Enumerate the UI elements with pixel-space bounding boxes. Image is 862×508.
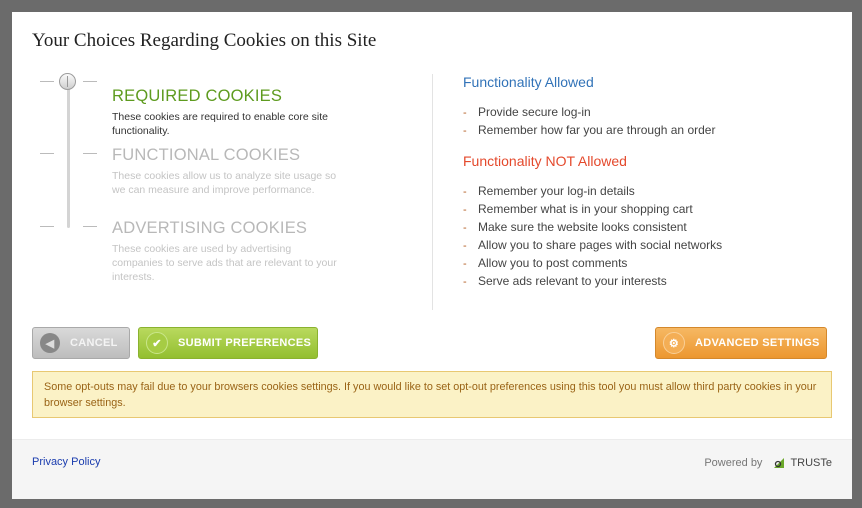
- column-divider: [432, 74, 433, 310]
- chevron-left-icon: ◀: [40, 333, 60, 353]
- slider-tick: [40, 226, 54, 227]
- list-item: - Provide secure log-in: [463, 103, 843, 121]
- level-name: FUNCTIONAL COOKIES: [112, 146, 301, 164]
- slider-tick: [40, 153, 54, 154]
- slider-track[interactable]: [67, 82, 70, 228]
- truste-brand-text: TRUSTe: [790, 457, 832, 469]
- cookie-preferences-dialog: Your Choices Regarding Cookies on this S…: [12, 12, 852, 499]
- truste-logo[interactable]: TRUSTe: [772, 456, 832, 470]
- powered-by: Powered by TRUSTe: [704, 456, 832, 470]
- list-item-text: Provide secure log-in: [478, 105, 591, 119]
- list-item-text: Remember your log-in details: [478, 184, 635, 198]
- list-item-text: Allow you to share pages with social net…: [478, 238, 723, 252]
- slider-tick: [40, 81, 54, 82]
- advanced-settings-button[interactable]: ⚙ ADVANCED SETTINGS: [655, 327, 827, 359]
- gear-icon: ⚙: [663, 332, 685, 354]
- allowed-list: - Provide secure log-in - Remember how far…: [463, 103, 843, 139]
- dash-bullet: -: [463, 204, 467, 216]
- cookie-notice: Some opt-outs may fail due to your brows…: [32, 371, 832, 418]
- list-item-text: Make sure the website looks consistent: [478, 220, 687, 234]
- slider-tick: [83, 226, 97, 227]
- powered-by-text: Powered by: [704, 457, 763, 469]
- list-item-text: Remember what is in your shopping cart: [478, 202, 693, 216]
- functionality-panel: Functionality Allowed - Provide secure lo…: [463, 74, 843, 290]
- slider-tick: [83, 153, 97, 154]
- level-advertising[interactable]: ADVERTISING COOKIES These cookies are us…: [112, 219, 342, 284]
- list-item: - Remember your log-in details: [463, 182, 843, 200]
- not-allowed-list: - Remember your log-in details - Remember …: [463, 182, 843, 290]
- level-description: These cookies are used by advertising co…: [112, 243, 337, 283]
- list-item-text: Remember how far you are through an orde…: [478, 123, 716, 137]
- slider-handle[interactable]: [59, 73, 76, 90]
- level-functional[interactable]: FUNCTIONAL COOKIES These cookies allow u…: [112, 146, 342, 197]
- checkmark-icon: ✔: [146, 332, 168, 354]
- dash-bullet: -: [463, 276, 467, 288]
- dash-bullet: -: [463, 107, 467, 119]
- cookie-level-slider[interactable]: REQUIRED COOKIES These cookies are requi…: [40, 72, 420, 302]
- dialog-title: Your Choices Regarding Cookies on this S…: [32, 30, 377, 51]
- dash-bullet: -: [463, 222, 467, 234]
- level-required[interactable]: REQUIRED COOKIES These cookies are requi…: [112, 87, 342, 138]
- list-item: - Allow you to post comments: [463, 254, 843, 272]
- level-description: These cookies allow us to analyze site u…: [112, 170, 337, 196]
- list-item: - Allow you to share pages with social ne…: [463, 236, 843, 254]
- submit-button-label: SUBMIT PREFERENCES: [178, 337, 312, 349]
- submit-preferences-button[interactable]: ✔ SUBMIT PREFERENCES: [138, 327, 318, 359]
- list-item: - Serve ads relevant to your interests: [463, 272, 843, 290]
- dash-bullet: -: [463, 186, 467, 198]
- advanced-button-label: ADVANCED SETTINGS: [695, 337, 820, 349]
- not-allowed-title: Functionality NOT Allowed: [463, 153, 627, 169]
- list-item: - Remember what is in your shopping cart: [463, 200, 843, 218]
- cancel-button-label: CANCEL: [70, 337, 118, 349]
- dash-bullet: -: [463, 125, 467, 137]
- list-item-text: Serve ads relevant to your interests: [478, 274, 667, 288]
- level-description: These cookies are required to enable cor…: [112, 111, 328, 137]
- privacy-policy-link[interactable]: Privacy Policy: [32, 456, 100, 468]
- level-name: REQUIRED COOKIES: [112, 87, 283, 105]
- dialog-footer: Privacy Policy Powered by TRUSTe: [12, 439, 852, 499]
- dash-bullet: -: [463, 240, 467, 252]
- slider-tick: [83, 81, 97, 82]
- list-item: - Remember how far you are through an ord…: [463, 121, 843, 139]
- level-name: ADVERTISING COOKIES: [112, 219, 308, 237]
- list-item: - Make sure the website looks consistent: [463, 218, 843, 236]
- dash-bullet: -: [463, 258, 467, 270]
- allowed-title: Functionality Allowed: [463, 74, 594, 90]
- cancel-button[interactable]: ◀ CANCEL: [32, 327, 130, 359]
- list-item-text: Allow you to post comments: [478, 256, 628, 270]
- truste-logo-icon: [774, 458, 785, 468]
